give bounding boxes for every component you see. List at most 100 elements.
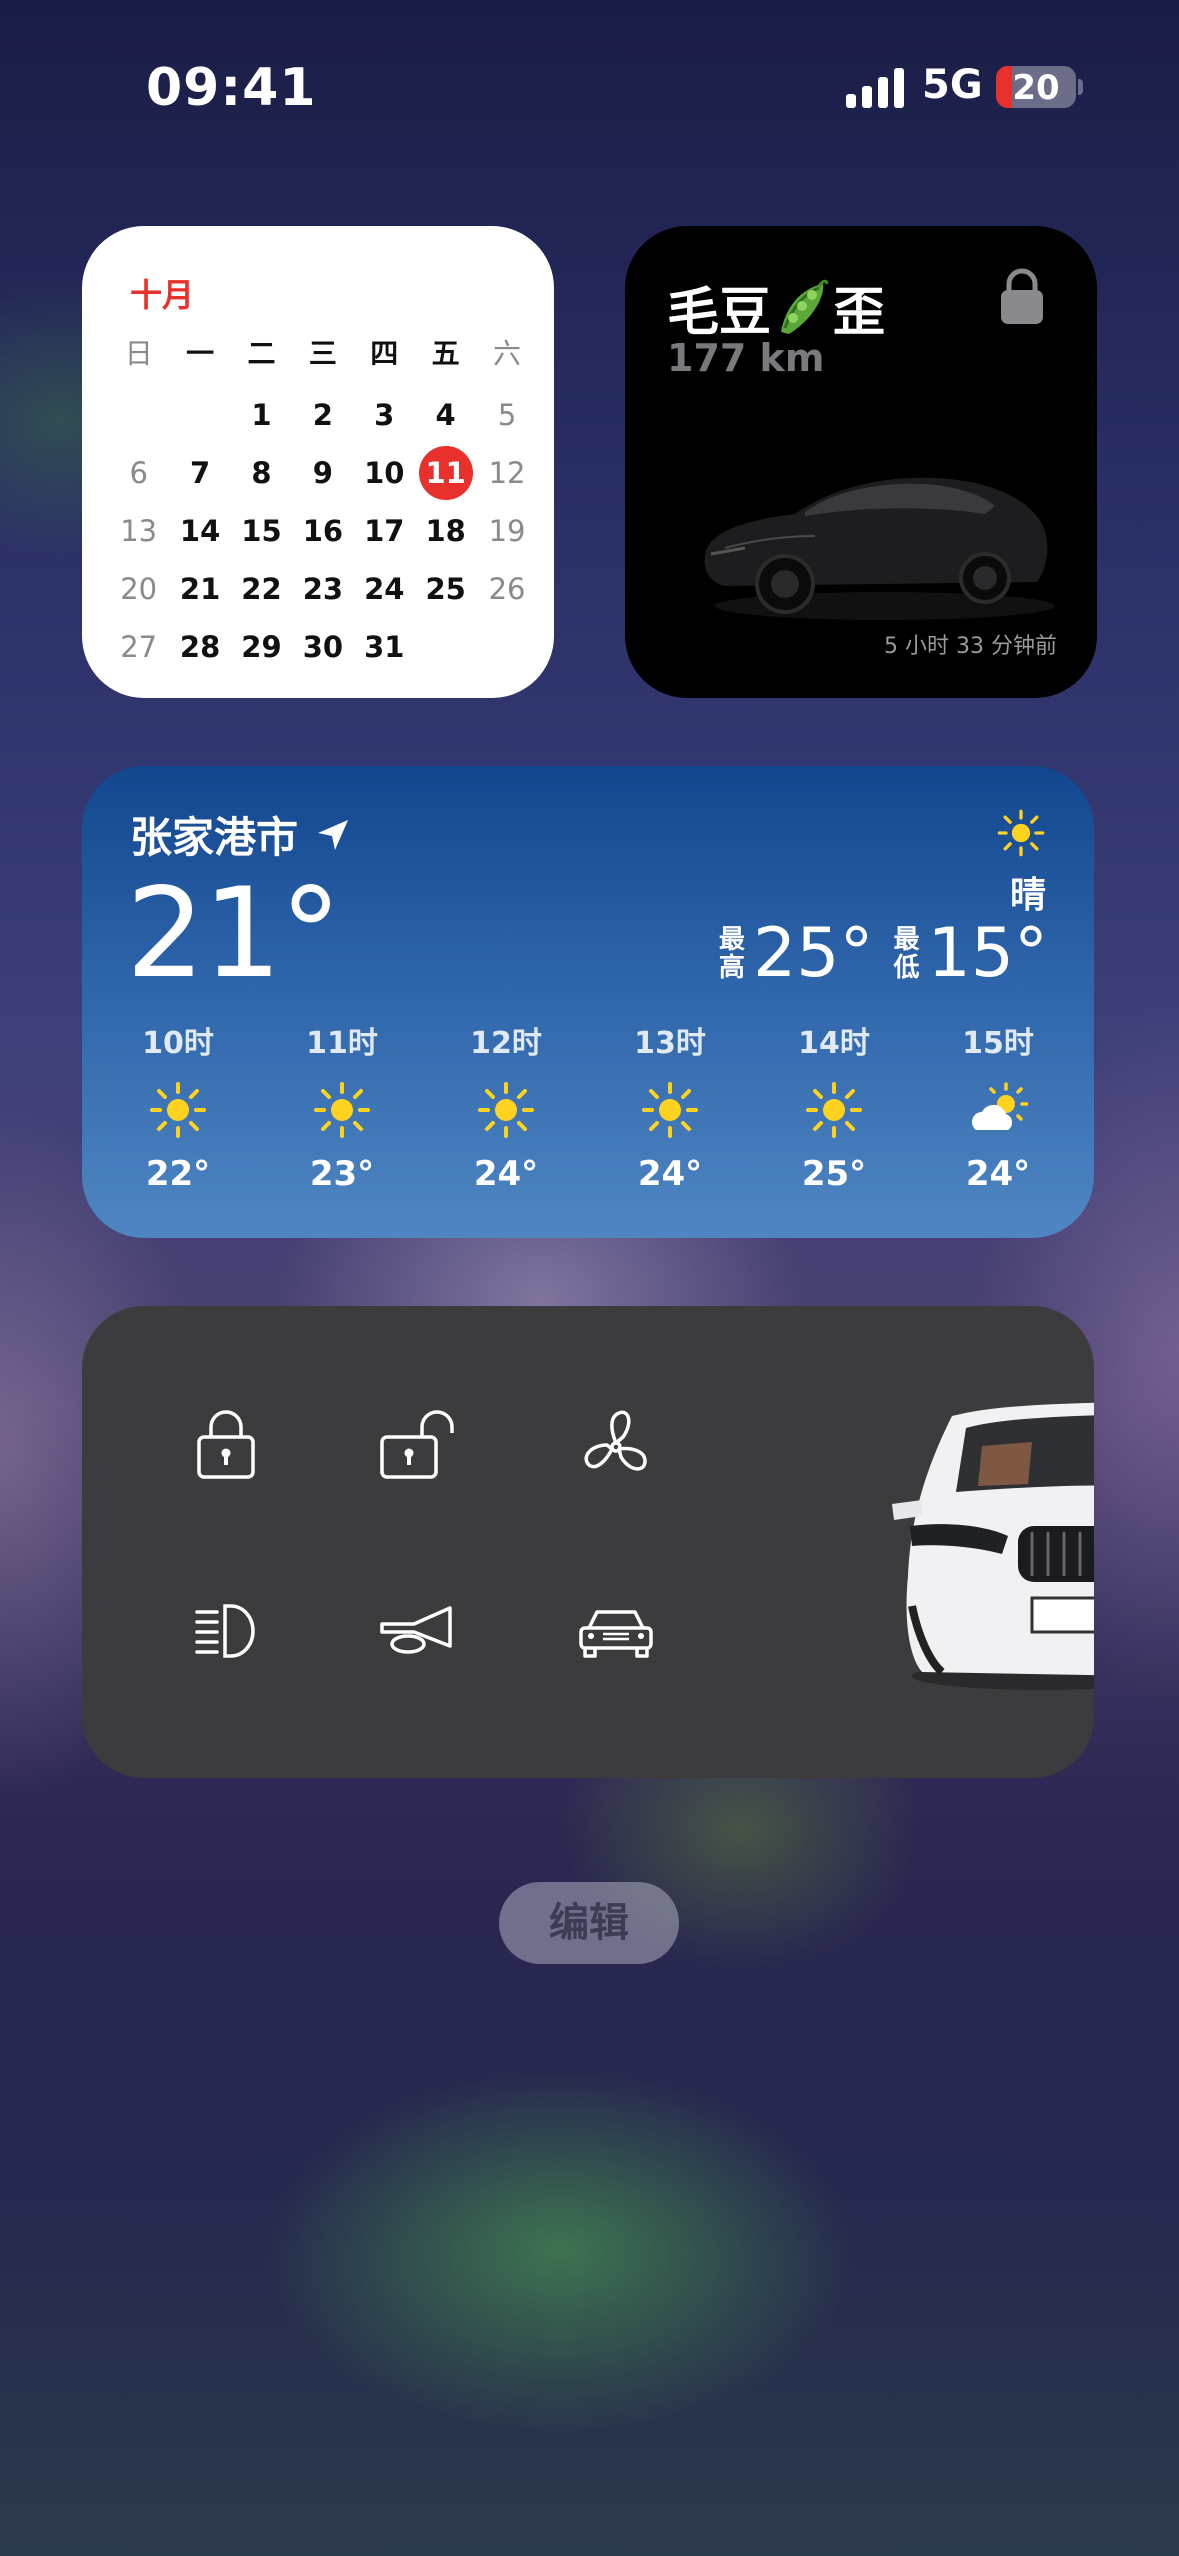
weekday-label: 一 [186, 337, 215, 370]
calendar-day: 24 [364, 572, 405, 606]
calendar-day: 21 [179, 572, 221, 606]
calendar-grid: 1 2 3 4 5 6 7 8 9 10 11 12 13 14 15 16 17 18 19 20 21 22 23 24 2… [108, 386, 538, 676]
current-temperature: 21° [126, 862, 342, 1006]
fan-icon[interactable] [571, 1401, 661, 1491]
cellular-signal-icon [846, 68, 904, 108]
calendar-day: 7 [189, 456, 211, 490]
calendar-day: 14 [179, 514, 221, 548]
hour-temperature: 24° [637, 1154, 703, 1194]
sun-icon [314, 1082, 370, 1138]
battery-tip [1078, 79, 1083, 95]
partly-cloudy-icon [972, 1082, 1028, 1130]
calendar-week: 6 7 8 9 10 11 12 [108, 444, 538, 502]
battery-icon: 20 [996, 66, 1076, 108]
weather-location: 张家港市 [130, 804, 350, 865]
last-updated: 5 小时 33 分钟前 [884, 634, 1057, 659]
weekday-label: 二 [247, 337, 276, 370]
calendar-day: 10 [364, 456, 405, 490]
edit-button[interactable]: 编辑 [499, 1882, 679, 1964]
calendar-day: 19 [488, 514, 526, 548]
hourly-item: 14时 25° [774, 1018, 894, 1194]
calendar-day: 28 [179, 630, 221, 664]
weather-widget[interactable]: 张家港市 21° 晴 最高 25° 最低 15° 10时 22° 11时 23° 12时… [82, 766, 1094, 1238]
calendar-day: 29 [241, 630, 282, 664]
hour-temperature: 25° [801, 1154, 867, 1194]
calendar-day-today: 11 [415, 446, 476, 500]
network-type: 5G [922, 62, 983, 108]
hourly-item: 13时 24° [610, 1018, 730, 1194]
vehicle-name: 毛豆 歪 [667, 270, 885, 345]
sun-icon [642, 1082, 698, 1138]
calendar-day: 1 [251, 398, 272, 432]
unlock-icon[interactable] [372, 1401, 462, 1491]
calendar-day: 6 [129, 456, 148, 490]
weekday-label: 日 [124, 337, 153, 370]
calendar-day: 31 [364, 630, 405, 664]
hour-label: 10时 [142, 1026, 214, 1061]
calendar-day: 13 [120, 514, 158, 548]
weekday-label: 五 [431, 337, 460, 370]
hour-temperature: 24° [965, 1154, 1031, 1194]
location-arrow-icon [318, 819, 349, 850]
calendar-day: 17 [364, 514, 405, 548]
bmw-car-image [892, 1402, 1094, 1690]
battery-percent: 20 [1012, 68, 1060, 108]
calendar-day: 5 [497, 398, 517, 432]
car-control-widget[interactable] [82, 1306, 1094, 1778]
calendar-month: 十月 [130, 276, 195, 314]
car-icon[interactable] [571, 1586, 661, 1676]
high-label: 最高 [718, 924, 745, 983]
hour-temperature: 23° [309, 1154, 375, 1194]
calendar-day: 16 [302, 514, 344, 548]
calendar-week: 20 21 22 23 24 25 26 [108, 560, 538, 618]
vehicle-range: 177 km [667, 336, 825, 380]
vehicle-name-suffix: 歪 [833, 283, 886, 343]
weather-condition: 晴 [1009, 875, 1046, 916]
hour-label: 14时 [798, 1026, 870, 1061]
high-temperature: 25° [752, 914, 874, 993]
calendar-week: 1 2 3 4 5 [108, 386, 538, 444]
calendar-day: 20 [120, 572, 158, 606]
pea-pod-icon [781, 279, 829, 334]
calendar-day: 27 [120, 630, 158, 664]
sun-icon [806, 1082, 862, 1138]
calendar-day: 23 [302, 572, 344, 606]
calendar-day: 12 [488, 456, 526, 490]
calendar-day: 8 [251, 456, 272, 490]
city-name: 张家港市 [130, 813, 299, 862]
hour-label: 12时 [470, 1026, 542, 1061]
calendar-day: 18 [425, 514, 466, 548]
calendar-day: 26 [488, 572, 526, 606]
hour-temperature: 22° [145, 1154, 211, 1194]
lock-icon[interactable] [181, 1401, 271, 1491]
hourly-forecast: 10时 22° 11时 23° 12时 24° 13时 24° 14时 25° 15时 24° [118, 1018, 1058, 1194]
calendar-week: 27 28 29 30 31 [108, 618, 538, 676]
vehicle-name-prefix: 毛豆 [667, 283, 772, 343]
status-time: 09:41 [146, 58, 317, 118]
calendar-day: 2 [312, 398, 333, 432]
hour-temperature: 24° [473, 1154, 539, 1194]
weekday-label: 三 [308, 337, 337, 370]
tesla-widget[interactable]: 毛豆 歪 177 km 5 小时 33 分钟前 [625, 226, 1097, 698]
calendar-day: 30 [302, 630, 344, 664]
sun-icon [997, 809, 1045, 857]
horn-icon[interactable] [372, 1586, 462, 1676]
hour-label: 15时 [962, 1026, 1034, 1061]
calendar-week: 13 14 15 16 17 18 19 [108, 502, 538, 560]
calendar-day: 22 [241, 572, 282, 606]
calendar-widget[interactable]: 十月 日 一 二 三 四 五 六 1 2 3 4 5 6 7 8 9 10 11 12 13 14 15 16… [82, 226, 554, 698]
headlight-icon[interactable] [181, 1586, 271, 1676]
low-temperature: 15° [927, 914, 1048, 993]
calendar-day: 9 [312, 456, 333, 490]
lock-icon [1001, 268, 1043, 324]
hourly-item: 12时 24° [446, 1018, 566, 1194]
hourly-item: 15时 24° [938, 1018, 1058, 1194]
hourly-item: 11时 23° [282, 1018, 402, 1194]
calendar-day: 15 [241, 514, 282, 548]
calendar-day: 3 [374, 398, 395, 432]
calendar-day: 4 [435, 398, 456, 432]
high-low: 最高 25° 最低 15° [717, 914, 1048, 993]
low-label: 最低 [893, 924, 920, 983]
weekday-label: 四 [370, 337, 399, 370]
hour-label: 11时 [306, 1026, 378, 1061]
